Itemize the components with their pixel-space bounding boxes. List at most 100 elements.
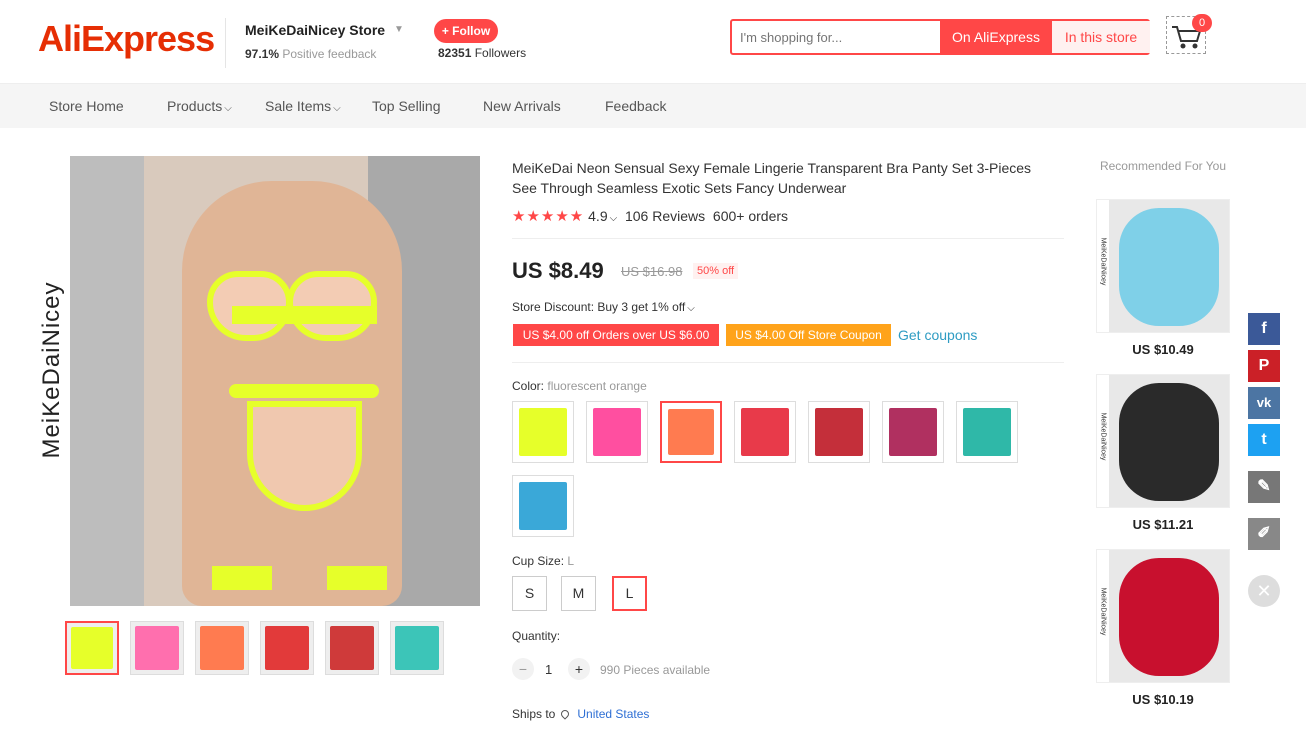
thumbnail[interactable]: [325, 621, 379, 675]
chevron-down-icon[interactable]: ⌵: [610, 213, 618, 224]
color-swatch[interactable]: [512, 475, 574, 537]
ships-to-label: Ships to: [512, 707, 556, 721]
swatch-image: [963, 408, 1011, 456]
rating-row: ★★★★★ 4.9 ⌵ 106 Reviews 600+ orders: [512, 207, 788, 227]
vk-icon[interactable]: vk: [1248, 387, 1280, 419]
thumbnail[interactable]: [390, 621, 444, 675]
brand-strip: MeiKeDaiNicey: [1097, 550, 1109, 682]
divider: [225, 18, 226, 68]
store-discount-text: Store Discount: Buy 3 get 1% off: [512, 300, 686, 314]
color-swatch[interactable]: [882, 401, 944, 463]
pieces-available: 990 Pieces available: [600, 663, 711, 677]
recommended-item-price[interactable]: US $10.49: [1096, 342, 1230, 357]
thumbnail-image: [135, 626, 179, 670]
nav-feedback[interactable]: Feedback: [605, 84, 666, 128]
chevron-down-icon: ⌵: [333, 103, 341, 114]
recommended-title: Recommended For You: [1099, 159, 1227, 173]
size-option-s[interactable]: S: [512, 576, 547, 611]
positive-feedback-label: Positive feedback: [282, 47, 377, 61]
quantity-label: Quantity:: [512, 629, 561, 643]
quantity-minus-button[interactable]: −: [512, 658, 534, 680]
product-photo: [1119, 208, 1219, 326]
quantity-plus-button[interactable]: +: [568, 658, 590, 680]
follow-button[interactable]: + Follow: [434, 19, 498, 43]
brand-watermark: MeiKeDaiNicey: [1099, 587, 1107, 636]
current-price: US $8.49: [512, 258, 604, 283]
thumbnail[interactable]: [130, 621, 184, 675]
nav-top-selling[interactable]: Top Selling: [372, 84, 441, 128]
divider: [512, 238, 1064, 239]
nav-new-arrivals[interactable]: New Arrivals: [483, 84, 561, 128]
color-swatch[interactable]: [512, 401, 574, 463]
cart-count-badge: 0: [1192, 14, 1212, 32]
nav-store-home[interactable]: Store Home: [49, 84, 124, 128]
thumbnail-image: [395, 626, 439, 670]
color-swatch[interactable]: [956, 401, 1018, 463]
thumbnail[interactable]: [195, 621, 249, 675]
chevron-down-icon: ⌵: [224, 103, 232, 114]
ships-destination-link[interactable]: United States: [577, 707, 649, 721]
main-product-image[interactable]: MeiKeDaiNicey: [32, 156, 480, 606]
store-discount[interactable]: Store Discount: Buy 3 get 1% off ⌵: [512, 300, 695, 314]
discount-badge: 50% off: [693, 263, 739, 279]
store-name[interactable]: MeiKeDaiNicey Store: [245, 22, 385, 38]
thumbnail[interactable]: [260, 621, 314, 675]
aliexpress-logo[interactable]: AliExpress: [38, 18, 215, 60]
search-store-button[interactable]: In this store: [1052, 21, 1150, 53]
positive-feedback-percent: 97.1%: [245, 47, 280, 61]
recommended-item-price[interactable]: US $11.21: [1096, 517, 1230, 532]
chevron-down-icon[interactable]: ▼: [394, 24, 404, 35]
leg-band-left: [212, 566, 272, 590]
divider: [512, 362, 1064, 363]
facebook-icon[interactable]: f: [1248, 313, 1280, 345]
recommended-item-image[interactable]: MeiKeDaiNicey: [1096, 549, 1230, 683]
swatch-image: [741, 408, 789, 456]
swatch-image: [519, 482, 567, 530]
top-header: AliExpress MeiKeDaiNicey Store ▼ 97.1% P…: [0, 0, 1306, 84]
product-title: MeiKeDai Neon Sensual Sexy Female Linger…: [512, 160, 1032, 196]
followers-label: Followers: [474, 46, 527, 60]
brand-strip: MeiKeDaiNicey: [32, 156, 70, 606]
nav-products-label: Products: [167, 98, 223, 114]
reviews-count[interactable]: 106 Reviews: [625, 208, 705, 224]
coupon-orders[interactable]: US $4.00 off Orders over US $6.00: [513, 324, 719, 346]
recommended-item-image[interactable]: MeiKeDaiNicey: [1096, 199, 1230, 333]
swatch-image: [668, 409, 714, 455]
cup-size-label: Cup Size: L: [512, 554, 574, 568]
leg-band-right: [327, 566, 387, 590]
size-option-l[interactable]: L: [612, 576, 647, 611]
followers: 82351 Followers: [438, 46, 526, 60]
size-option-m[interactable]: M: [561, 576, 596, 611]
swatch-image: [593, 408, 641, 456]
thumbnail[interactable]: [65, 621, 119, 675]
coupon-store[interactable]: US $4.00 Off Store Coupon: [726, 324, 891, 346]
brand-watermark: MeiKeDaiNicey: [1099, 237, 1107, 286]
color-swatch[interactable]: [808, 401, 870, 463]
search-aliexpress-button[interactable]: On AliExpress: [940, 21, 1052, 53]
close-icon[interactable]: ✕: [1248, 575, 1280, 607]
recommended-item-image[interactable]: MeiKeDaiNicey: [1096, 374, 1230, 508]
swatch-image: [519, 408, 567, 456]
star-rating-icon[interactable]: ★★★★★: [512, 208, 584, 225]
color-swatch[interactable]: [734, 401, 796, 463]
search-input[interactable]: [740, 21, 938, 53]
pen-icon[interactable]: ✐: [1248, 518, 1280, 550]
bra-band: [232, 306, 377, 324]
product-photo: [1119, 558, 1219, 676]
quantity-value[interactable]: 1: [545, 662, 552, 677]
nav-sale-items-label: Sale Items: [265, 98, 332, 114]
brand-watermark: MeiKeDaiNicey: [1099, 412, 1107, 461]
product-photo: [1119, 383, 1219, 501]
get-coupons-link[interactable]: Get coupons: [898, 327, 977, 343]
pinterest-icon[interactable]: P: [1248, 350, 1280, 382]
ships-to: Ships to United States: [512, 707, 649, 721]
twitter-icon[interactable]: t: [1248, 424, 1280, 456]
nav-sale-items[interactable]: Sale Items ⌵: [265, 84, 341, 128]
nav-products[interactable]: Products ⌵: [167, 84, 232, 128]
thumbnail-image: [265, 626, 309, 670]
edit-icon[interactable]: ✎: [1248, 471, 1280, 503]
rating-value[interactable]: 4.9: [588, 208, 607, 224]
color-swatch[interactable]: [586, 401, 648, 463]
recommended-item-price[interactable]: US $10.19: [1096, 692, 1230, 707]
color-swatch-selected[interactable]: [660, 401, 722, 463]
